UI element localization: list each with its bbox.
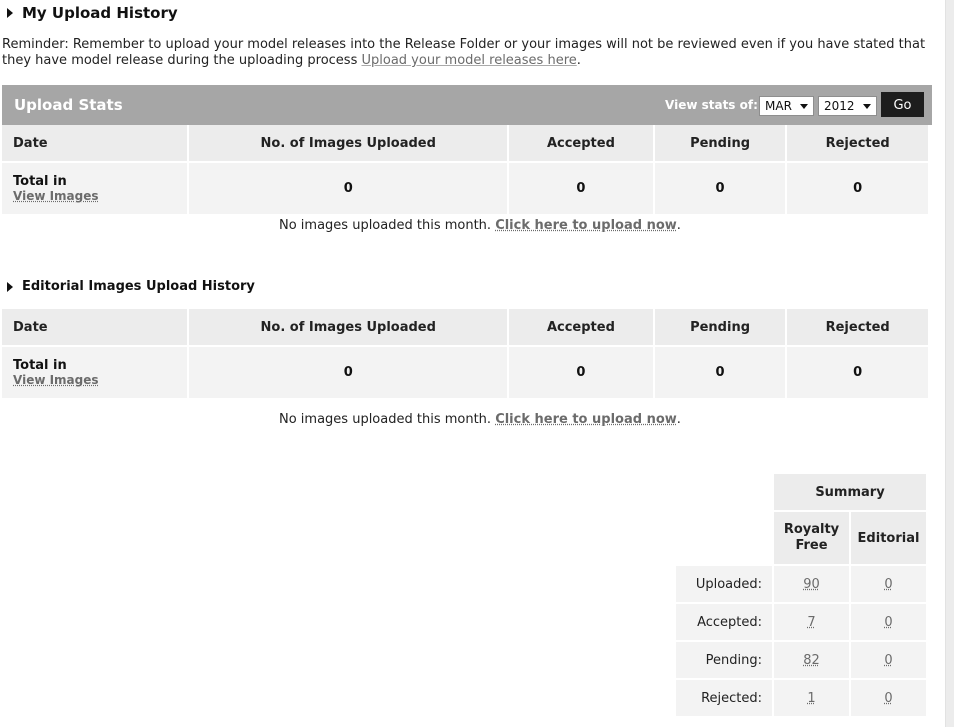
summary-header-row: Royalty Free Editorial — [676, 512, 926, 564]
year-select[interactable]: 2012 — [818, 96, 877, 116]
no-images-text: No images uploaded this month. — [279, 218, 492, 233]
editorial-rejected-link[interactable]: 0 — [884, 691, 892, 706]
royalty-free-value: 7 — [774, 604, 849, 640]
table-row: Total in View Images 0 0 0 0 — [2, 347, 928, 398]
view-stats-label: View stats of: — [665, 98, 758, 112]
summary-row-label: Uploaded: — [676, 566, 772, 602]
no-images-period: . — [676, 218, 681, 233]
upload-stats-title: Upload Stats — [14, 96, 123, 114]
editorial-title: Editorial Images Upload History — [22, 279, 255, 294]
col-royalty-free: Royalty Free — [774, 512, 849, 564]
accepted-count: 0 — [509, 347, 653, 398]
summary-row-label: Rejected: — [676, 680, 772, 716]
editorial-heading: Editorial Images Upload History — [5, 279, 255, 294]
blank-cell — [676, 512, 772, 564]
no-images-notice: No images uploaded this month. Click her… — [279, 218, 681, 233]
reminder-period: . — [576, 53, 581, 68]
summary-row: Uploaded: 90 0 — [676, 566, 926, 602]
col-date: Date — [2, 309, 188, 345]
col-rejected: Rejected — [787, 309, 928, 345]
col-images-uploaded: No. of Images Uploaded — [189, 309, 508, 345]
upload-model-releases-link[interactable]: Upload your model releases here — [361, 53, 576, 68]
view-images-link[interactable]: View Images — [13, 189, 187, 204]
total-cell: Total in View Images — [2, 163, 188, 214]
total-cell: Total in View Images — [2, 347, 188, 398]
reminder-notice: Reminder: Remember to upload your model … — [2, 37, 942, 69]
upload-stats-table: Date No. of Images Uploaded Accepted Pen… — [0, 123, 930, 216]
col-pending: Pending — [654, 125, 786, 161]
royalty-free-value: 1 — [774, 680, 849, 716]
royalty-free-value: 90 — [774, 566, 849, 602]
royalty-free-pending-link[interactable]: 82 — [803, 653, 820, 668]
no-images-notice: No images uploaded this month. Click her… — [279, 412, 681, 427]
col-rejected: Rejected — [787, 125, 928, 161]
upload-history-page: My Upload History Reminder: Remember to … — [0, 0, 946, 727]
editorial-value: 0 — [851, 680, 926, 716]
rejected-count: 0 — [787, 347, 928, 398]
upload-stats-header: Upload Stats View stats of: MAR 2012 Go — [2, 85, 932, 125]
table-header-row: Date No. of Images Uploaded Accepted Pen… — [2, 309, 928, 345]
chevron-right-icon — [7, 8, 13, 18]
no-images-period: . — [676, 412, 681, 427]
accepted-count: 0 — [509, 163, 653, 214]
editorial-stats-table: Date No. of Images Uploaded Accepted Pen… — [0, 307, 930, 400]
pending-count: 0 — [654, 163, 786, 214]
page-heading: My Upload History — [5, 4, 178, 22]
upload-now-link[interactable]: Click here to upload now — [495, 412, 677, 427]
vertical-scrollbar[interactable] — [945, 0, 954, 727]
royalty-free-uploaded-link[interactable]: 90 — [803, 577, 820, 592]
table-header-row: Date No. of Images Uploaded Accepted Pen… — [2, 125, 928, 161]
summary-title-row: Summary — [676, 474, 926, 510]
go-button[interactable]: Go — [881, 92, 924, 117]
editorial-value: 0 — [851, 642, 926, 678]
summary-row-label: Accepted: — [676, 604, 772, 640]
summary-row: Accepted: 7 0 — [676, 604, 926, 640]
summary-row: Pending: 82 0 — [676, 642, 926, 678]
editorial-uploaded-link[interactable]: 0 — [884, 577, 892, 592]
summary-row-label: Pending: — [676, 642, 772, 678]
table-row: Total in View Images 0 0 0 0 — [2, 163, 928, 214]
col-date: Date — [2, 125, 188, 161]
dropdown-arrow-icon — [863, 104, 871, 109]
col-accepted: Accepted — [509, 125, 653, 161]
rejected-count: 0 — [787, 163, 928, 214]
editorial-value: 0 — [851, 566, 926, 602]
year-select-value: 2012 — [824, 99, 855, 113]
summary-row: Rejected: 1 0 — [676, 680, 926, 716]
royalty-free-rejected-link[interactable]: 1 — [807, 691, 815, 706]
total-in-label: Total in — [13, 173, 67, 189]
upload-now-link[interactable]: Click here to upload now — [495, 218, 677, 233]
uploaded-count: 0 — [189, 347, 508, 398]
month-select[interactable]: MAR — [759, 96, 814, 116]
chevron-right-icon — [7, 281, 13, 292]
col-editorial: Editorial — [851, 512, 926, 564]
summary-table: Summary Royalty Free Editorial Uploaded:… — [674, 472, 928, 718]
editorial-pending-link[interactable]: 0 — [884, 653, 892, 668]
month-select-value: MAR — [765, 99, 792, 113]
page-title: My Upload History — [22, 4, 178, 22]
dropdown-arrow-icon — [800, 104, 808, 109]
col-images-uploaded: No. of Images Uploaded — [189, 125, 508, 161]
no-images-text: No images uploaded this month. — [279, 412, 492, 427]
view-images-link[interactable]: View Images — [13, 373, 187, 388]
blank-cell — [676, 474, 772, 510]
total-in-label: Total in — [13, 357, 67, 373]
col-pending: Pending — [654, 309, 786, 345]
col-royalty-free-label: Royalty Free — [783, 522, 840, 553]
royalty-free-accepted-link[interactable]: 7 — [807, 615, 815, 630]
col-accepted: Accepted — [509, 309, 653, 345]
editorial-value: 0 — [851, 604, 926, 640]
editorial-accepted-link[interactable]: 0 — [884, 615, 892, 630]
royalty-free-value: 82 — [774, 642, 849, 678]
summary-title: Summary — [774, 474, 926, 510]
uploaded-count: 0 — [189, 163, 508, 214]
pending-count: 0 — [654, 347, 786, 398]
